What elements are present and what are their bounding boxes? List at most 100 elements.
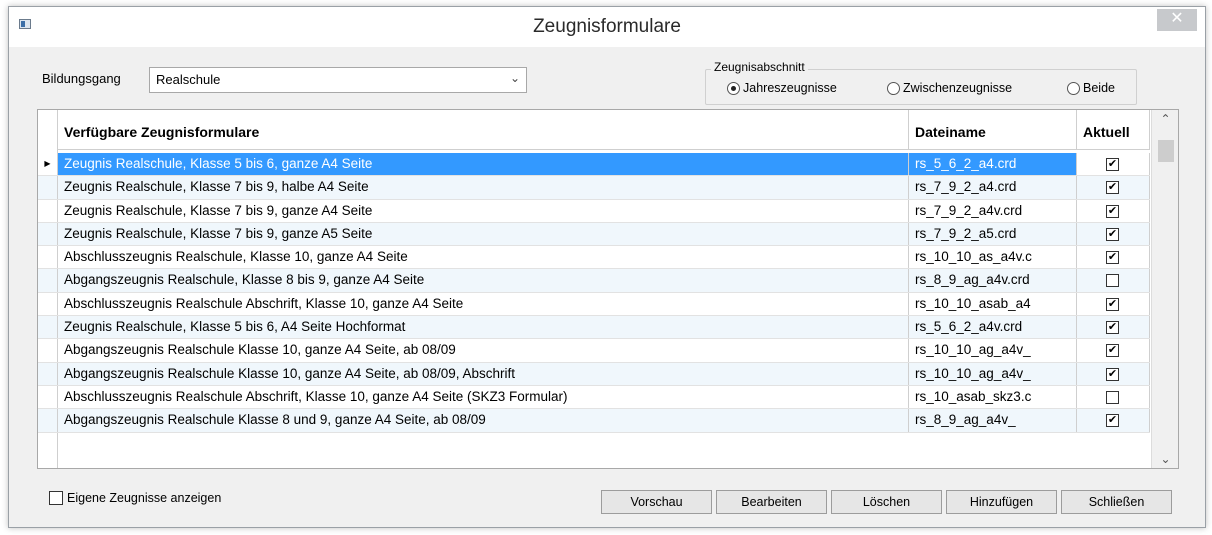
checkbox-box xyxy=(49,491,63,505)
column-header-formular[interactable]: Verfügbare Zeugnisformulare xyxy=(58,110,909,150)
table-row[interactable]: ▶ Zeugnis Realschule, Klasse 5 bis 6, gan… xyxy=(38,153,1150,177)
formular-name-cell[interactable]: Zeugnis Realschule, Klasse 7 bis 9, ganz… xyxy=(58,199,909,222)
formular-name-cell[interactable]: Abgangszeugnis Realschule Klasse 10, gan… xyxy=(58,339,909,362)
bildungsgang-select[interactable]: Realschule ⌄ xyxy=(149,67,527,93)
aktuell-cell xyxy=(1077,385,1150,409)
dateiname-cell[interactable]: rs_5_6_2_a4.crd xyxy=(909,153,1077,176)
bearbeiten-button[interactable]: Bearbeiten xyxy=(716,490,827,514)
radio-selected-icon xyxy=(727,81,740,95)
radio-label: Zwischenzeugnisse xyxy=(903,81,1013,95)
radio-label: Beide xyxy=(1083,81,1115,95)
aktuell-cell: ✔ xyxy=(1077,222,1150,246)
aktuell-checkbox[interactable]: ✔ xyxy=(1106,158,1119,171)
dialog-content: Bildungsgang Realschule ⌄ Zeugnisabschni… xyxy=(9,47,1205,527)
dateiname-cell[interactable]: rs_10_10_asab_a4 xyxy=(909,292,1077,316)
formulare-grid[interactable]: Verfügbare Zeugnisformulare Dateiname Ak… xyxy=(37,109,1179,469)
aktuell-checkbox[interactable]: ✔ xyxy=(1106,251,1119,265)
row-header-cell[interactable] xyxy=(38,316,58,339)
chevron-down-icon: ⌄ xyxy=(509,71,520,85)
column-header-aktuell[interactable]: Aktuell xyxy=(1077,110,1150,150)
table-row[interactable]: Abschlusszeugnis Realschule Abschrift, K… xyxy=(38,292,1150,317)
table-row[interactable]: Abgangszeugnis Realschule, Klasse 8 bis … xyxy=(38,269,1150,293)
row-header-cell[interactable] xyxy=(38,246,58,269)
row-header-cell[interactable] xyxy=(38,339,58,362)
bildungsgang-label: Bildungsgang xyxy=(42,71,121,86)
aktuell-cell: ✔ xyxy=(1077,246,1150,269)
formular-name-cell[interactable]: Zeugnis Realschule, Klasse 7 bis 9, ganz… xyxy=(58,222,909,246)
table-row[interactable]: Zeugnis Realschule, Klasse 5 bis 6, A4 S… xyxy=(38,316,1150,340)
column-header-dateiname[interactable]: Dateiname xyxy=(909,110,1077,150)
chevron-up-icon[interactable]: ⌃ xyxy=(1152,112,1178,126)
table-row[interactable]: Abschlusszeugnis Realschule Abschrift, K… xyxy=(38,385,1150,410)
aktuell-checkbox[interactable]: ✔ xyxy=(1106,367,1119,381)
dateiname-cell[interactable]: rs_10_10_ag_a4v_ xyxy=(909,362,1077,385)
aktuell-checkbox[interactable]: ✔ xyxy=(1106,227,1119,241)
vertical-scrollbar[interactable]: ⌃ ⌄ xyxy=(1151,110,1178,468)
eigene-zeugnisse-checkbox[interactable]: Eigene Zeugnisse anzeigen xyxy=(49,491,221,505)
bildungsgang-value: Realschule xyxy=(156,72,221,87)
table-row[interactable]: Abgangszeugnis Realschule Klasse 8 und 9… xyxy=(38,409,1150,433)
formular-name-cell[interactable]: Abschlusszeugnis Realschule Abschrift, K… xyxy=(58,292,909,316)
radio-label: Jahreszeugnisse xyxy=(743,81,837,95)
formular-name-cell[interactable]: Zeugnis Realschule, Klasse 7 bis 9, halb… xyxy=(58,176,909,199)
aktuell-checkbox[interactable] xyxy=(1106,390,1119,404)
dateiname-cell[interactable]: rs_5_6_2_a4v.crd xyxy=(909,316,1077,339)
dateiname-cell[interactable]: rs_7_9_2_a4v.crd xyxy=(909,199,1077,222)
dateiname-cell[interactable]: rs_8_9_ag_a4v.crd xyxy=(909,269,1077,292)
grid-rows: ▶ Zeugnis Realschule, Klasse 5 bis 6, gan… xyxy=(38,153,1150,433)
aktuell-checkbox[interactable]: ✔ xyxy=(1106,297,1119,311)
radio-unselected-icon xyxy=(887,81,900,95)
radio-beide[interactable]: Beide xyxy=(1067,81,1115,95)
aktuell-checkbox[interactable] xyxy=(1106,274,1119,288)
dateiname-cell[interactable]: rs_10_asab_skz3.c xyxy=(909,385,1077,409)
dateiname-cell[interactable]: rs_7_9_2_a4.crd xyxy=(909,176,1077,199)
table-row[interactable]: Abgangszeugnis Realschule Klasse 10, gan… xyxy=(38,362,1150,386)
row-header-cell[interactable] xyxy=(38,222,58,246)
dateiname-cell[interactable]: rs_8_9_ag_a4v_ xyxy=(909,409,1077,432)
aktuell-cell: ✔ xyxy=(1077,316,1150,339)
close-button[interactable]: ✕ xyxy=(1157,9,1197,31)
formular-name-cell[interactable]: Abschlusszeugnis Realschule, Klasse 10, … xyxy=(58,246,909,269)
formular-name-cell[interactable]: Abschlusszeugnis Realschule Abschrift, K… xyxy=(58,385,909,409)
scrollbar-thumb[interactable] xyxy=(1158,140,1174,162)
loeschen-button[interactable]: Löschen xyxy=(831,490,942,514)
aktuell-checkbox[interactable]: ✔ xyxy=(1106,321,1119,335)
row-header-cell[interactable] xyxy=(38,385,58,409)
table-row[interactable]: Abgangszeugnis Realschule Klasse 10, gan… xyxy=(38,339,1150,363)
current-row-arrow-icon[interactable]: ▶ xyxy=(38,153,58,176)
table-row[interactable]: Zeugnis Realschule, Klasse 7 bis 9, ganz… xyxy=(38,222,1150,247)
formular-name-cell[interactable]: Abgangszeugnis Realschule Klasse 8 und 9… xyxy=(58,409,909,432)
schliessen-button[interactable]: Schließen xyxy=(1061,490,1172,514)
dialog-window: Zeugnisformulare ✕ Bildungsgang Realschu… xyxy=(8,6,1206,528)
row-header-cell[interactable] xyxy=(38,409,58,432)
formular-name-cell[interactable]: Abgangszeugnis Realschule Klasse 10, gan… xyxy=(58,362,909,385)
table-row[interactable]: Abschlusszeugnis Realschule, Klasse 10, … xyxy=(38,246,1150,270)
table-row[interactable]: Zeugnis Realschule, Klasse 7 bis 9, ganz… xyxy=(38,199,1150,223)
aktuell-cell: ✔ xyxy=(1077,362,1150,385)
aktuell-cell: ✔ xyxy=(1077,199,1150,222)
row-header-cell[interactable] xyxy=(38,292,58,316)
table-row[interactable]: Zeugnis Realschule, Klasse 7 bis 9, halb… xyxy=(38,176,1150,200)
dateiname-cell[interactable]: rs_7_9_2_a5.crd xyxy=(909,222,1077,246)
aktuell-checkbox[interactable]: ✔ xyxy=(1106,414,1119,428)
aktuell-checkbox[interactable]: ✔ xyxy=(1106,344,1119,358)
aktuell-cell xyxy=(1077,269,1150,292)
dateiname-cell[interactable]: rs_10_10_as_a4v.c xyxy=(909,246,1077,269)
aktuell-checkbox[interactable]: ✔ xyxy=(1106,181,1119,195)
row-header-cell[interactable] xyxy=(38,176,58,199)
row-header-cell[interactable] xyxy=(38,199,58,222)
zeugnisabschnitt-legend: Zeugnisabschnitt xyxy=(711,60,808,74)
formular-name-cell[interactable]: Abgangszeugnis Realschule, Klasse 8 bis … xyxy=(58,269,909,292)
radio-zwischenzeugnisse[interactable]: Zwischenzeugnisse xyxy=(887,81,1012,95)
formular-name-cell[interactable]: Zeugnis Realschule, Klasse 5 bis 6, A4 S… xyxy=(58,316,909,339)
radio-jahreszeugnisse[interactable]: Jahreszeugnisse xyxy=(727,81,837,95)
row-header-cell[interactable] xyxy=(38,362,58,385)
hinzufuegen-button[interactable]: Hinzufügen xyxy=(946,490,1057,514)
aktuell-checkbox[interactable]: ✔ xyxy=(1106,204,1119,218)
radio-unselected-icon xyxy=(1067,81,1080,95)
chevron-down-icon[interactable]: ⌄ xyxy=(1152,452,1178,466)
vorschau-button[interactable]: Vorschau xyxy=(601,490,712,514)
dateiname-cell[interactable]: rs_10_10_ag_a4v_ xyxy=(909,339,1077,362)
formular-name-cell[interactable]: Zeugnis Realschule, Klasse 5 bis 6, ganz… xyxy=(58,153,909,176)
row-header-cell[interactable] xyxy=(38,269,58,292)
